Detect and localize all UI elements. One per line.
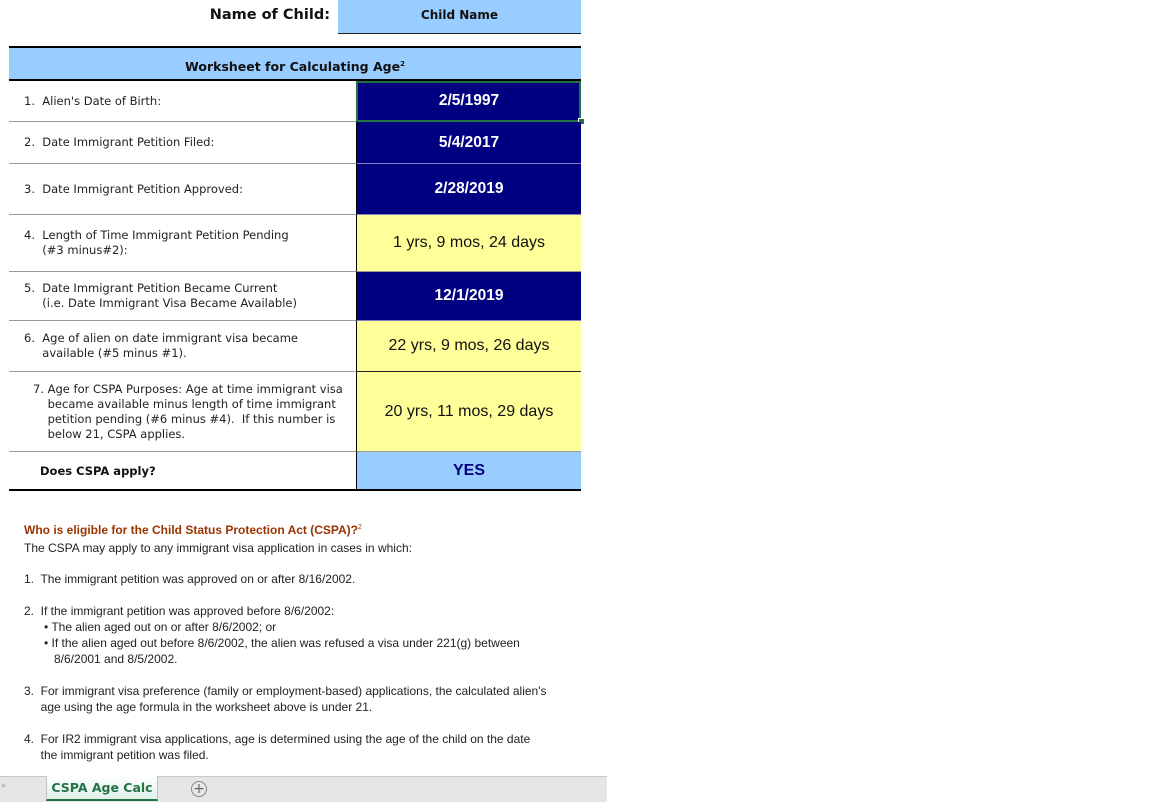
cell-value: 5/4/2017 (438, 133, 500, 151)
eligibility-heading: Who is eligible for the Child Status Pro… (24, 523, 362, 537)
row-label-text: 5. Date Immigrant Petition Became Curren… (24, 281, 297, 310)
row-label-text: 1. Alien's Date of Birth: (24, 93, 162, 108)
eligibility-item-3: 3. For immigrant visa preference (family… (24, 684, 547, 714)
cell-value: 22 yrs, 9 mos, 26 days (388, 337, 550, 354)
cell-value: 12/1/2019 (434, 287, 504, 304)
age-on-visa-date-cell[interactable]: 22 yrs, 9 mos, 26 days (356, 321, 581, 372)
row-label-text: 3. Date Immigrant Petition Approved: (24, 181, 243, 196)
eligibility-item-1: 1. The immigrant petition was approved o… (24, 572, 356, 586)
eligibility-heading-text: Who is eligible for the Child Status Pro… (24, 523, 359, 537)
sheet-tab-cspa-age-calc[interactable]: CSPA Age Calc (46, 776, 158, 801)
result-value: YES (452, 461, 485, 479)
row-label-text: 7. Age for CSPA Purposes: Age at time im… (33, 381, 343, 441)
tab-scroll-icon[interactable]: ▸ (2, 781, 7, 791)
row-label-text: 2. Date Immigrant Petition Filed: (24, 135, 215, 149)
cell-value: 20 yrs, 11 mos, 29 days (384, 402, 554, 420)
cspa-applies-text: Does CSPA apply? (40, 463, 156, 478)
eligibility-item-2: 2. If the immigrant petition was approve… (24, 604, 335, 618)
row-label-date-of-birth: 1. Alien's Date of Birth: (9, 81, 356, 122)
footnote-marker: 2 (358, 524, 362, 531)
eligibility-item-2-bullet-2: • If the alien aged out before 8/6/2002,… (44, 636, 520, 666)
name-of-child-label: Name of Child: (209, 7, 330, 23)
became-current-cell[interactable]: 12/1/2019 (356, 272, 581, 321)
row-label-petition-filed: 2. Date Immigrant Petition Filed: (9, 122, 356, 164)
cell-value: 2/5/1997 (438, 92, 500, 109)
row-label-text: 4. Length of Time Immigrant Petition Pen… (24, 228, 289, 257)
eligibility-intro: The CSPA may apply to any immigrant visa… (24, 541, 412, 555)
petition-filed-cell[interactable]: 5/4/2017 (356, 122, 581, 164)
row-label-age-on-visa-date: 6. Age of alien on date immigrant visa b… (9, 321, 356, 372)
add-sheet-icon[interactable]: + (191, 781, 207, 797)
row-label-pending-time: 4. Length of Time Immigrant Petition Pen… (9, 215, 356, 272)
worksheet-title-text: Worksheet for Calculating Age (185, 59, 401, 75)
petition-approved-cell[interactable]: 2/28/2019 (356, 164, 581, 215)
cell-value: 1 yrs, 9 mos, 24 days (392, 234, 546, 251)
child-name-cell[interactable]: Child Name (338, 0, 581, 34)
row-label-cspa-age: 7. Age for CSPA Purposes: Age at time im… (9, 372, 356, 452)
footnote-marker: 2 (400, 60, 405, 68)
date-of-birth-cell[interactable]: 2/5/1997 (356, 81, 585, 125)
cspa-applies-result[interactable]: YES (356, 452, 581, 491)
eligibility-item-2-bullet-1: • The alien aged out on or after 8/6/200… (44, 620, 277, 634)
row-label-petition-approved: 3. Date Immigrant Petition Approved: (9, 164, 356, 215)
cspa-age-cell[interactable]: 20 yrs, 11 mos, 29 days (356, 372, 581, 452)
cell-value: 2/28/2019 (434, 180, 504, 197)
cspa-applies-label: Does CSPA apply? (9, 452, 356, 491)
pending-time-cell[interactable]: 1 yrs, 9 mos, 24 days (356, 215, 581, 272)
eligibility-item-4: 4. For IR2 immigrant visa applications, … (24, 732, 531, 762)
worksheet-title: Worksheet for Calculating Age2 (9, 46, 581, 81)
row-label-became-current: 5. Date Immigrant Petition Became Curren… (9, 272, 356, 321)
row-label-text: 6. Age of alien on date immigrant visa b… (24, 331, 298, 360)
